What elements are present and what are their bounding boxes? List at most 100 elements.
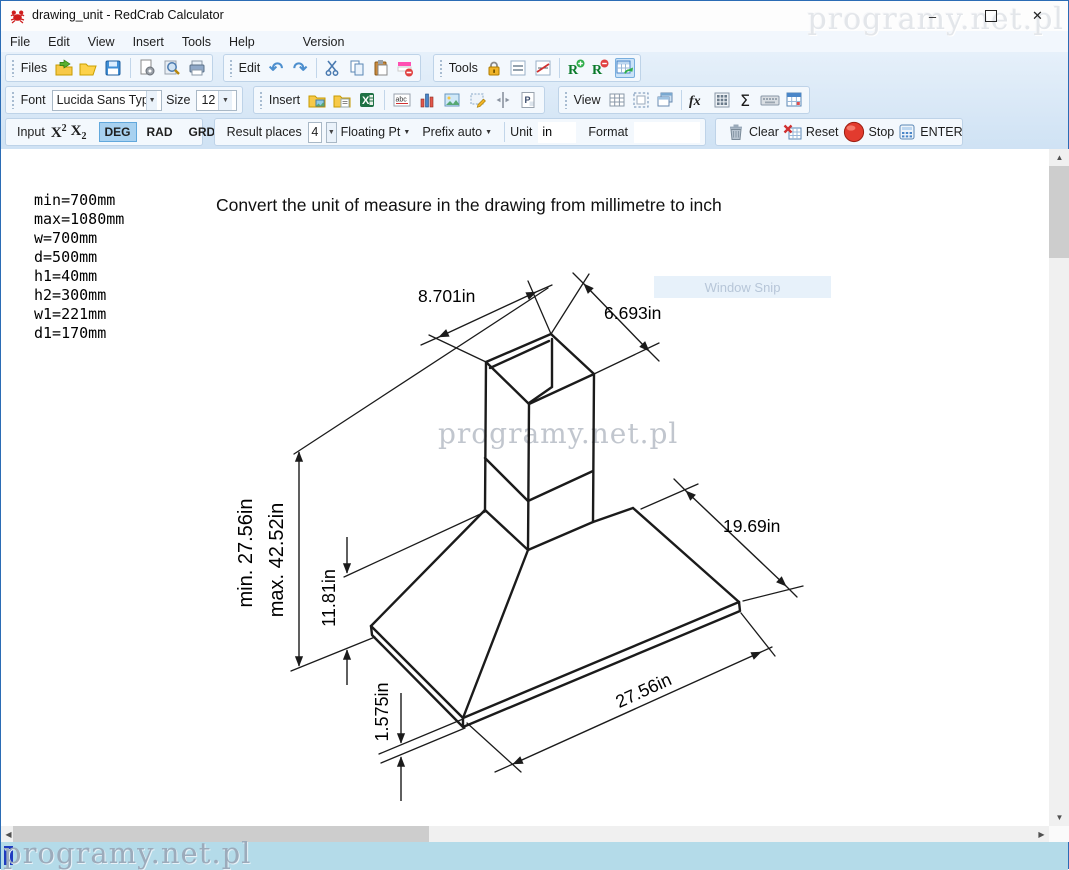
lock-button[interactable] xyxy=(484,58,504,78)
insert-chart-button[interactable] xyxy=(416,90,437,110)
horizontal-scroll-thumb[interactable] xyxy=(13,826,429,842)
chevron-down-icon[interactable]: ▼ xyxy=(146,91,157,110)
superscript-exp: 2 xyxy=(62,123,67,134)
excel-icon: X xyxy=(358,91,376,109)
font-size-select[interactable]: 12 ▼ xyxy=(196,90,237,111)
chevron-down-icon[interactable]: ▼ xyxy=(218,91,232,110)
view-formula-button[interactable]: fx xyxy=(688,90,708,110)
insert-excel-button[interactable]: X xyxy=(357,90,378,110)
redo-button[interactable]: ↷ xyxy=(290,58,310,78)
insert-split-button[interactable] xyxy=(492,90,513,110)
stop-label[interactable]: Stop xyxy=(869,125,895,139)
svg-text:X: X xyxy=(362,95,370,107)
save-button[interactable] xyxy=(103,58,124,78)
no-line-icon xyxy=(534,59,552,77)
menu-insert[interactable]: Insert xyxy=(124,33,173,51)
rad-button[interactable]: RAD xyxy=(141,122,179,142)
scroll-up-button[interactable]: ▲ xyxy=(1049,149,1069,166)
enter-label[interactable]: ENTER xyxy=(920,125,962,139)
result-places-dropdown[interactable]: ▼ xyxy=(326,122,337,143)
insert-image-button[interactable] xyxy=(442,90,463,110)
enter-button[interactable] xyxy=(898,122,916,142)
edit-group-label: Edit xyxy=(239,61,261,75)
toolbar-grip[interactable] xyxy=(259,91,263,109)
maximize-button[interactable] xyxy=(968,1,1013,31)
menu-version[interactable]: Version xyxy=(294,33,354,51)
insert-note-folder-button[interactable] xyxy=(331,90,352,110)
save-icon xyxy=(104,59,122,77)
menu-file[interactable]: File xyxy=(1,33,39,51)
unit-label: Unit xyxy=(510,125,532,139)
toolbar-grip[interactable] xyxy=(229,59,233,77)
dim-label-height-max: max. 42.52in xyxy=(266,503,288,618)
close-button[interactable]: ✕ xyxy=(1015,1,1060,31)
clear-label[interactable]: Clear xyxy=(749,125,779,139)
format-input[interactable] xyxy=(634,122,700,143)
line-spacing-button[interactable] xyxy=(508,58,528,78)
minimize-button[interactable]: – xyxy=(910,1,955,31)
horizontal-scrollbar[interactable]: ◀ ▶ xyxy=(1,826,1049,842)
view-keypad-button[interactable] xyxy=(712,90,732,110)
scroll-down-button[interactable]: ▼ xyxy=(1049,809,1069,826)
paste-button[interactable] xyxy=(371,58,391,78)
font-family-select[interactable]: Lucida Sans Typewri ▼ xyxy=(52,90,163,111)
line-spacing-icon xyxy=(509,59,527,77)
cut-button[interactable] xyxy=(323,58,343,78)
reset-label[interactable]: Reset xyxy=(806,125,839,139)
dim-line-base-depth xyxy=(686,491,786,586)
copy-button[interactable] xyxy=(347,58,367,78)
menu-view[interactable]: View xyxy=(79,33,124,51)
result-add-button[interactable]: R xyxy=(566,58,586,78)
insert-pdf-button[interactable]: P xyxy=(518,90,539,110)
unit-input[interactable] xyxy=(538,122,576,143)
print-preview-button[interactable] xyxy=(161,58,182,78)
document-canvas[interactable]: min=700mm max=1080mm w=700mm d=500mm h1=… xyxy=(1,149,1049,826)
vertical-scrollbar[interactable]: ▲ ▼ xyxy=(1049,149,1069,826)
delete-line-button[interactable] xyxy=(395,58,415,78)
subscript-button[interactable]: X2 xyxy=(71,123,87,142)
insert-picture-folder-button[interactable] xyxy=(306,90,327,110)
status-bar xyxy=(1,842,1068,870)
stop-button[interactable] xyxy=(843,122,865,142)
menu-help[interactable]: Help xyxy=(220,33,264,51)
toolbar-grip[interactable] xyxy=(439,59,443,77)
scroll-right-button[interactable]: ▶ xyxy=(1034,826,1049,842)
clear-button[interactable] xyxy=(727,122,745,142)
superscript-button[interactable]: X2 xyxy=(51,123,67,142)
no-line-button[interactable] xyxy=(533,58,553,78)
new-file-button[interactable] xyxy=(53,58,74,78)
toolbar-font: Font Lucida Sans Typewri ▼ Size 12 ▼ xyxy=(5,86,243,114)
view-sum-button[interactable]: Σ xyxy=(736,90,756,110)
insert-text-button[interactable]: abc xyxy=(391,90,412,110)
toolbar-grip[interactable] xyxy=(11,91,15,109)
view-table-button[interactable] xyxy=(784,90,804,110)
view-page-border-button[interactable] xyxy=(631,90,651,110)
undo-button[interactable]: ↶ xyxy=(266,58,286,78)
insert-drawing-button[interactable] xyxy=(467,90,488,110)
view-windows-button[interactable] xyxy=(655,90,675,110)
view-grid-button[interactable] xyxy=(607,90,627,110)
toolbar-input: Input X2 X2 DEG RAD GRD xyxy=(5,118,203,146)
recalculate-table-button[interactable] xyxy=(615,58,635,78)
reset-icon xyxy=(783,123,802,141)
keyboard-icon xyxy=(760,91,780,109)
floating-pt-dropdown[interactable]: Floating Pt▼ xyxy=(341,125,411,139)
toolbar-grip[interactable] xyxy=(11,59,15,77)
print-button[interactable] xyxy=(186,58,207,78)
result-remove-button[interactable]: R xyxy=(590,58,610,78)
menu-tools[interactable]: Tools xyxy=(173,33,220,51)
prefix-auto-dropdown[interactable]: Prefix auto▼ xyxy=(422,125,492,139)
menu-edit[interactable]: Edit xyxy=(39,33,79,51)
p-document-icon: P xyxy=(519,91,537,109)
view-keyboard-button[interactable] xyxy=(760,90,780,110)
separator xyxy=(130,58,131,78)
split-cursor-icon xyxy=(494,91,512,109)
vertical-scroll-thumb[interactable] xyxy=(1049,166,1069,258)
open-file-button[interactable] xyxy=(78,58,99,78)
toolbar-grip[interactable] xyxy=(220,123,221,141)
reset-button[interactable] xyxy=(783,122,802,142)
page-setup-button[interactable] xyxy=(137,58,158,78)
deg-button[interactable]: DEG xyxy=(99,122,137,142)
separator xyxy=(316,58,317,78)
toolbar-grip[interactable] xyxy=(564,91,568,109)
